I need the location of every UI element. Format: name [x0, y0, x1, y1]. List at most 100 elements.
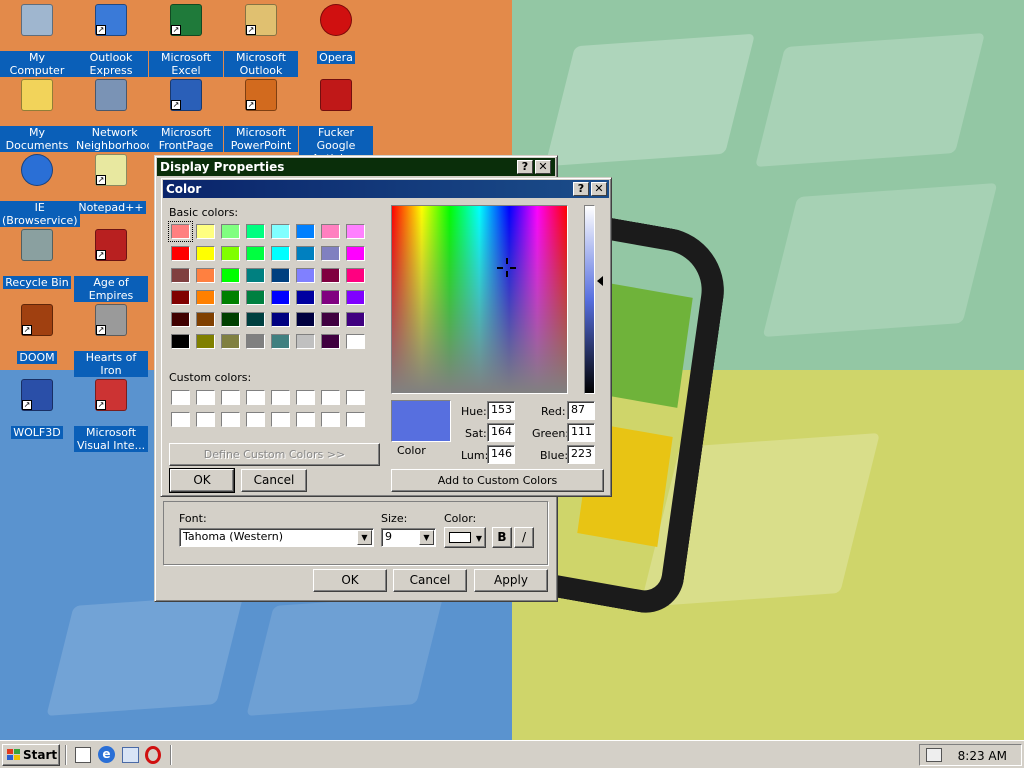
- desktop-icon[interactable]: My Documents: [0, 77, 74, 152]
- cancel-button[interactable]: Cancel: [393, 569, 467, 592]
- chevron-down-icon[interactable]: ▼: [357, 530, 372, 545]
- custom-color-swatch[interactable]: [171, 390, 190, 405]
- chevron-down-icon[interactable]: ▼: [419, 530, 434, 545]
- basic-color-swatch[interactable]: [246, 290, 265, 305]
- basic-color-swatch[interactable]: [346, 268, 365, 283]
- basic-color-swatch[interactable]: [271, 246, 290, 261]
- basic-color-swatch[interactable]: [196, 224, 215, 239]
- basic-color-swatch[interactable]: [271, 224, 290, 239]
- add-to-custom-colors-button[interactable]: Add to Custom Colors: [391, 469, 604, 492]
- custom-color-swatch[interactable]: [196, 390, 215, 405]
- basic-color-swatch[interactable]: [246, 334, 265, 349]
- basic-color-swatch[interactable]: [296, 224, 315, 239]
- luminance-slider[interactable]: [584, 205, 595, 394]
- custom-color-swatch[interactable]: [346, 412, 365, 427]
- size-select[interactable]: 9 ▼: [381, 528, 436, 547]
- close-icon[interactable]: ✕: [591, 182, 607, 196]
- custom-color-swatch[interactable]: [321, 412, 340, 427]
- ok-button[interactable]: OK: [169, 468, 235, 493]
- help-icon[interactable]: ?: [573, 182, 589, 196]
- desktop-icon[interactable]: ↗ Microsoft Excel: [149, 2, 223, 77]
- scheduler-icon[interactable]: [926, 748, 942, 762]
- font-color-button[interactable]: ▼: [444, 527, 486, 548]
- ok-button[interactable]: OK: [313, 569, 387, 592]
- desktop-icon[interactable]: ↗ WOLF3D: [0, 377, 74, 439]
- color-dialog-titlebar[interactable]: Color ? ✕: [163, 180, 609, 198]
- hue-field[interactable]: 153: [487, 401, 515, 420]
- basic-color-swatch[interactable]: [296, 268, 315, 283]
- show-desktop-icon[interactable]: [75, 747, 91, 763]
- basic-color-swatch[interactable]: [271, 290, 290, 305]
- basic-color-swatch[interactable]: [246, 224, 265, 239]
- basic-color-swatch[interactable]: [171, 290, 190, 305]
- ie-icon[interactable]: e: [98, 746, 115, 763]
- custom-color-swatch[interactable]: [171, 412, 190, 427]
- close-icon[interactable]: ✕: [535, 160, 551, 174]
- blue-field[interactable]: 223: [567, 445, 595, 464]
- basic-color-swatch[interactable]: [271, 334, 290, 349]
- basic-color-swatch[interactable]: [346, 312, 365, 327]
- apply-button[interactable]: Apply: [474, 569, 548, 592]
- basic-color-swatch[interactable]: [221, 312, 240, 327]
- basic-color-swatch[interactable]: [346, 224, 365, 239]
- basic-color-swatch[interactable]: [171, 246, 190, 261]
- desktop-icon[interactable]: Opera: [299, 2, 373, 64]
- font-select[interactable]: Tahoma (Western) ▼: [179, 528, 374, 547]
- sat-field[interactable]: 164: [487, 423, 515, 442]
- basic-color-swatch[interactable]: [271, 268, 290, 283]
- custom-color-swatch[interactable]: [296, 390, 315, 405]
- opera-icon[interactable]: [145, 746, 161, 764]
- basic-color-swatch[interactable]: [196, 334, 215, 349]
- basic-color-swatch[interactable]: [196, 246, 215, 261]
- custom-color-swatch[interactable]: [221, 412, 240, 427]
- desktop-icon[interactable]: ↗ Microsoft Visual Inte...: [74, 377, 148, 452]
- clock[interactable]: 8:23 AM: [958, 749, 1007, 763]
- basic-color-swatch[interactable]: [196, 268, 215, 283]
- bold-button[interactable]: B: [492, 527, 512, 548]
- desktop-icon[interactable]: ↗ Microsoft FrontPage: [149, 77, 223, 152]
- color-spectrum[interactable]: [391, 205, 568, 394]
- define-custom-colors-button[interactable]: Define Custom Colors >>: [169, 443, 380, 466]
- custom-color-swatch[interactable]: [271, 412, 290, 427]
- red-field[interactable]: 87: [567, 401, 595, 420]
- desktop-icon[interactable]: My Computer: [0, 2, 74, 77]
- display-properties-titlebar[interactable]: Display Properties ? ✕: [157, 158, 555, 176]
- help-icon[interactable]: ?: [517, 160, 533, 174]
- desktop-icon[interactable]: ↗ Age of Empires: [74, 227, 148, 302]
- desktop-icon[interactable]: ↗ Microsoft Outlook: [224, 2, 298, 77]
- basic-color-swatch[interactable]: [221, 224, 240, 239]
- basic-color-swatch[interactable]: [246, 246, 265, 261]
- basic-color-swatch[interactable]: [221, 246, 240, 261]
- basic-color-swatch[interactable]: [346, 290, 365, 305]
- basic-color-swatch[interactable]: [296, 334, 315, 349]
- basic-color-swatch[interactable]: [171, 334, 190, 349]
- basic-color-swatch[interactable]: [171, 312, 190, 327]
- green-field[interactable]: 111: [567, 423, 595, 442]
- basic-color-swatch[interactable]: [296, 290, 315, 305]
- basic-color-swatch[interactable]: [296, 246, 315, 261]
- desktop-icon[interactable]: ↗ DOOM: [0, 302, 74, 364]
- desktop-icon[interactable]: IE (Browservice): [0, 152, 80, 227]
- custom-color-swatch[interactable]: [271, 390, 290, 405]
- custom-color-swatch[interactable]: [296, 412, 315, 427]
- basic-color-swatch[interactable]: [321, 312, 340, 327]
- custom-color-swatch[interactable]: [246, 390, 265, 405]
- custom-color-swatch[interactable]: [246, 412, 265, 427]
- desktop-icon[interactable]: ↗ Hearts of Iron: [74, 302, 148, 377]
- basic-color-swatch[interactable]: [221, 334, 240, 349]
- basic-color-swatch[interactable]: [271, 312, 290, 327]
- basic-color-swatch[interactable]: [321, 224, 340, 239]
- cancel-button[interactable]: Cancel: [241, 469, 307, 492]
- basic-color-swatch[interactable]: [221, 268, 240, 283]
- luminance-arrow-icon[interactable]: [597, 276, 603, 286]
- basic-color-swatch[interactable]: [246, 312, 265, 327]
- start-button[interactable]: Start: [2, 744, 60, 766]
- basic-color-swatch[interactable]: [221, 290, 240, 305]
- desktop-icon[interactable]: Recycle Bin: [0, 227, 74, 289]
- basic-color-swatch[interactable]: [246, 268, 265, 283]
- outlook-icon[interactable]: [122, 747, 139, 763]
- basic-color-swatch[interactable]: [321, 246, 340, 261]
- basic-color-swatch[interactable]: [346, 246, 365, 261]
- basic-color-swatch[interactable]: [171, 268, 190, 283]
- custom-color-swatch[interactable]: [221, 390, 240, 405]
